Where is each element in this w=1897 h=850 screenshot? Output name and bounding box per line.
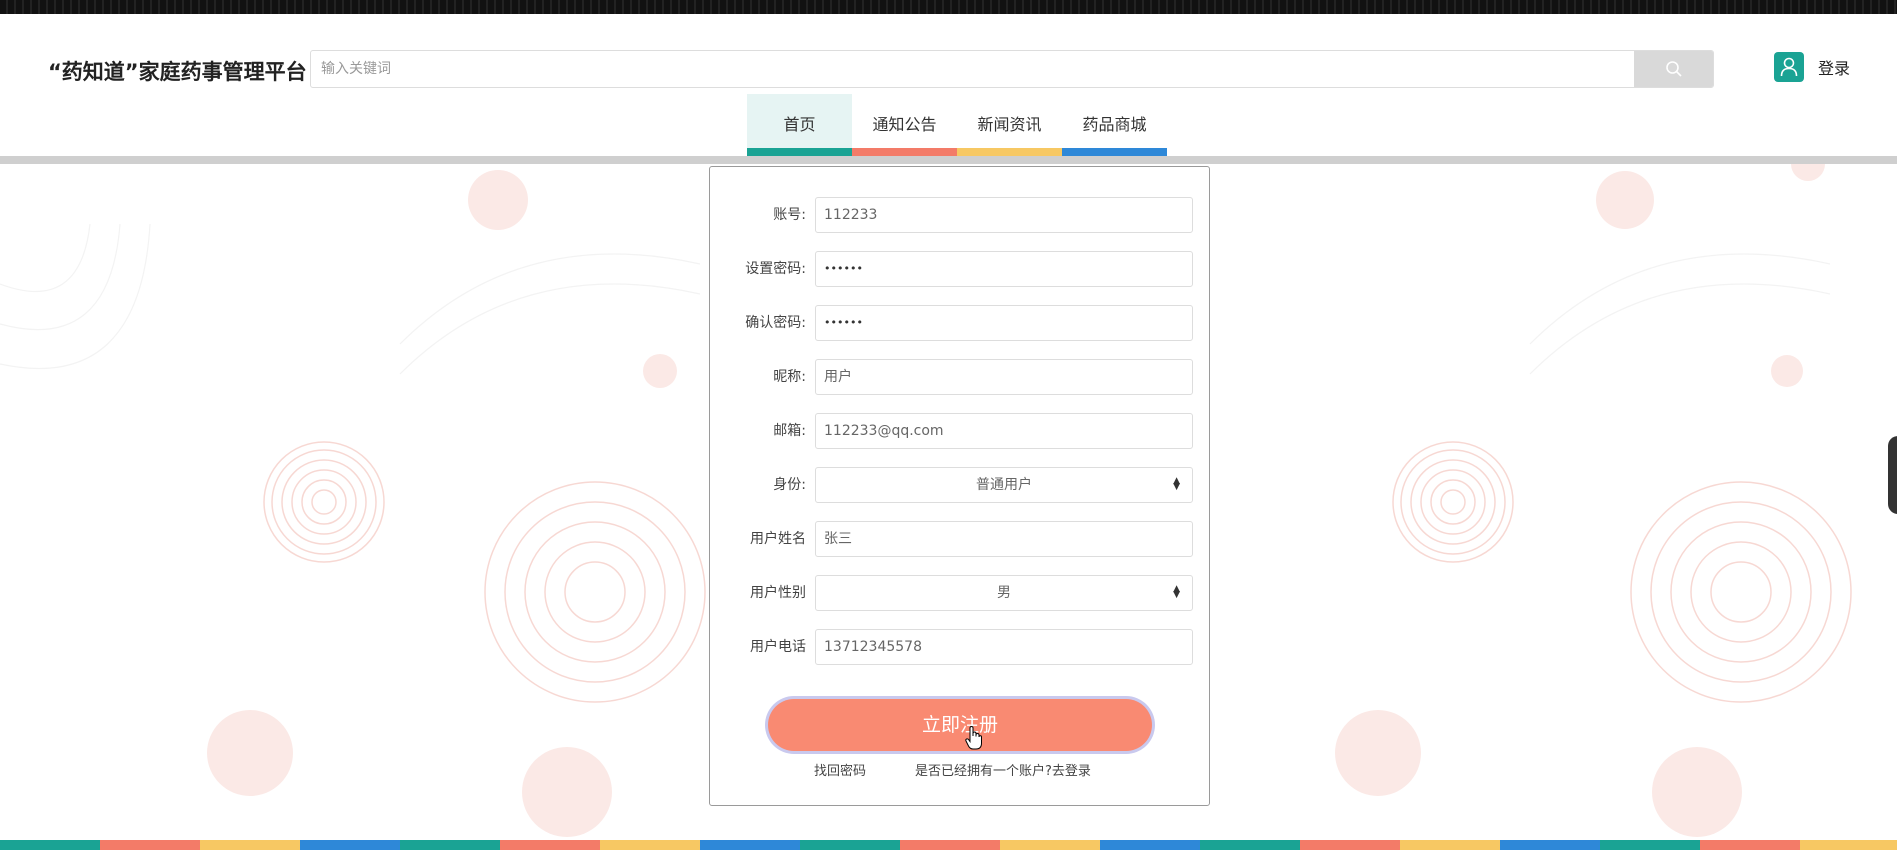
register-form: 账号: 112233 设置密码: •••••• 确认密码: •••••• 昵称:…: [709, 166, 1210, 806]
nav-home[interactable]: 首页: [747, 94, 852, 156]
email-input[interactable]: 112233@qq.com: [815, 413, 1193, 449]
confirm-password-label: 确认密码:: [745, 315, 806, 331]
login-label: 登录: [1818, 59, 1851, 78]
nav-shop-label: 药品商城: [1082, 115, 1147, 134]
sort-caret-icon: ▲ ▼: [1173, 476, 1180, 492]
form-row-phone: 用户电话 13712345578: [710, 629, 1211, 665]
email-label: 邮箱:: [773, 423, 806, 439]
search-button[interactable]: [1634, 51, 1713, 87]
login-button[interactable]: 登录: [1774, 52, 1850, 82]
form-row-password: 设置密码: ••••••: [710, 251, 1211, 287]
phone-input[interactable]: 13712345578: [815, 629, 1193, 665]
main-nav: 首页 通知公告 新闻资讯 药品商城: [747, 94, 1167, 156]
phone-label: 用户电话: [750, 639, 806, 655]
nav-shop[interactable]: 药品商城: [1062, 94, 1167, 156]
nav-news-label: 新闻资讯: [977, 115, 1042, 134]
nickname-input[interactable]: 用户: [815, 359, 1193, 395]
search-icon: [1665, 61, 1682, 77]
gender-select-value: 男: [997, 585, 1011, 601]
form-row-email: 邮箱: 112233@qq.com: [710, 413, 1211, 449]
search-bar: [310, 50, 1714, 88]
password-label: 设置密码:: [745, 261, 806, 277]
forgot-password-link[interactable]: 找回密码: [814, 760, 866, 779]
nav-notices[interactable]: 通知公告: [852, 94, 957, 156]
nav-shop-underline: [1062, 148, 1167, 156]
register-button[interactable]: 立即注册: [768, 699, 1152, 751]
confirm-password-input[interactable]: ••••••: [815, 305, 1193, 341]
gender-select[interactable]: 男 ▲ ▼: [815, 575, 1193, 611]
form-row-real-name: 用户姓名 张三: [710, 521, 1211, 557]
gender-label: 用户性别: [750, 585, 806, 601]
role-select-value: 普通用户: [976, 477, 1032, 493]
go-login-link[interactable]: 是否已经拥有一个账户?去登录: [915, 760, 1091, 779]
browser-top-strip: [0, 0, 1897, 14]
real-name-label: 用户姓名: [750, 531, 806, 547]
side-tab[interactable]: [1888, 436, 1897, 514]
form-row-account: 账号: 112233: [710, 197, 1211, 233]
header-divider: [0, 156, 1897, 164]
password-input[interactable]: ••••••: [815, 251, 1193, 287]
user-icon: [1774, 52, 1804, 82]
nav-news[interactable]: 新闻资讯: [957, 94, 1062, 156]
role-label: 身份:: [773, 477, 806, 493]
nickname-label: 昵称:: [773, 369, 806, 385]
form-row-confirm-password: 确认密码: ••••••: [710, 305, 1211, 341]
nav-notices-label: 通知公告: [872, 115, 937, 134]
form-row-gender: 用户性别 男 ▲ ▼: [710, 575, 1211, 611]
form-row-nickname: 昵称: 用户: [710, 359, 1211, 395]
search-input[interactable]: [311, 51, 1636, 87]
nav-news-underline: [957, 148, 1062, 156]
sort-caret-icon: ▲ ▼: [1173, 584, 1180, 600]
real-name-input[interactable]: 张三: [815, 521, 1193, 557]
hand-cursor-icon: [965, 726, 982, 750]
nav-notices-underline: [852, 148, 957, 156]
footer-color-bar: [0, 840, 1897, 850]
nav-home-underline: [747, 148, 852, 156]
site-brand: “药知道”家庭药事管理平台: [48, 60, 307, 84]
role-select[interactable]: 普通用户 ▲ ▼: [815, 467, 1193, 503]
form-row-role: 身份: 普通用户 ▲ ▼: [710, 467, 1211, 503]
account-input[interactable]: 112233: [815, 197, 1193, 233]
account-label: 账号:: [773, 207, 806, 223]
nav-home-label: 首页: [783, 115, 816, 134]
